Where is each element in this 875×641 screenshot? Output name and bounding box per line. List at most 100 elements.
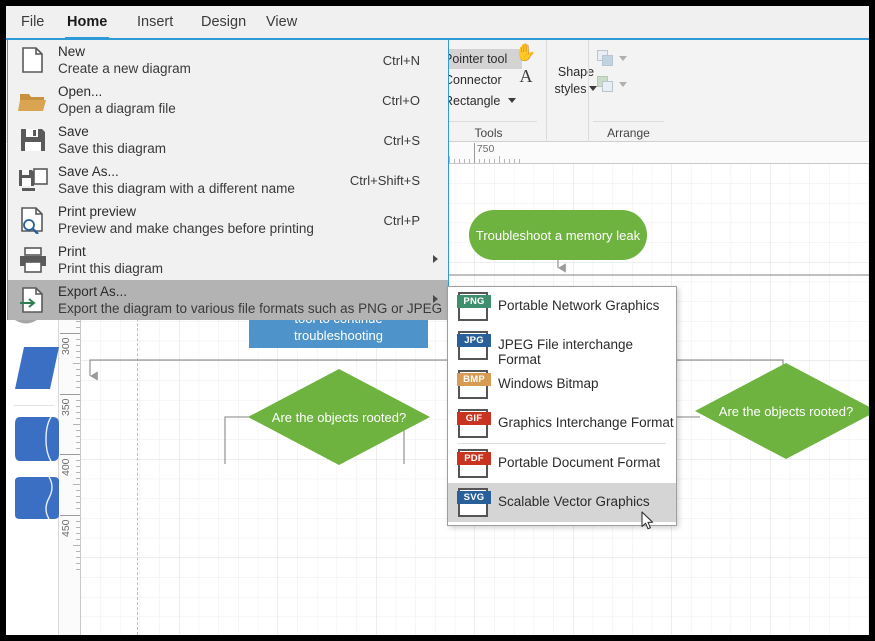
tools-group-divider [440, 121, 537, 122]
ruler-minor-tick [76, 381, 80, 382]
node-label: Are the objects rooted? [248, 410, 430, 425]
file-format-tag: PNG [457, 295, 491, 308]
bring-to-front-button[interactable] [597, 50, 627, 67]
tab-view[interactable]: View [257, 6, 306, 40]
menu-item-subtitle: Save this diagram [58, 141, 166, 156]
node-are-objects-rooted-right[interactable]: Are the objects rooted? [695, 363, 869, 459]
menu-item-title: Print [58, 244, 86, 259]
ruler-minor-tick [76, 502, 80, 503]
ruler-minor-tick [76, 406, 80, 407]
ruler-minor-tick [459, 159, 460, 163]
ruler-minor-tick [73, 484, 80, 485]
menu-item-title: Open... [58, 84, 102, 99]
ruler-minor-tick [76, 375, 80, 376]
export-format-label: Portable Network Graphics [498, 298, 659, 313]
ruler-minor-tick [76, 563, 80, 564]
ruler-minor-tick [76, 339, 80, 340]
export-format-label: Windows Bitmap [498, 376, 599, 391]
ruler-major-tick [474, 143, 475, 163]
chevron-down-icon[interactable] [619, 56, 627, 61]
tab-file[interactable]: File [12, 6, 53, 40]
palette-parallelogram-shape[interactable] [15, 347, 59, 389]
file-menu-item-export-as[interactable]: Export As...Export the diagram to variou… [8, 280, 448, 320]
ruler-minor-tick [76, 472, 80, 473]
ruler-minor-tick [76, 508, 80, 509]
ruler-minor-tick [76, 539, 80, 540]
ruler-minor-tick [76, 569, 80, 570]
node-label: Troubleshoot a memory leak [476, 227, 640, 244]
tab-home[interactable]: Home [58, 6, 116, 40]
menu-item-icon [16, 286, 50, 314]
submenu-arrow-icon [433, 255, 438, 263]
menu-item-subtitle: Create a new diagram [58, 61, 191, 76]
ruler-major-tick [60, 454, 80, 455]
menu-item-subtitle: Export the diagram to various file forma… [58, 301, 442, 316]
export-format-jpg[interactable]: JPGJPEG File interchange Format [448, 326, 676, 365]
ruler-minor-tick [499, 156, 500, 163]
export-icon [16, 286, 50, 314]
ruler-label: 350 [60, 398, 72, 416]
ruler-minor-tick [519, 159, 520, 163]
palette-cylinder-shape[interactable] [15, 417, 59, 461]
file-menu-dropdown: NewCreate a new diagramCtrl+NOpen...Open… [7, 40, 449, 320]
menu-item-icon [16, 126, 50, 154]
file-menu-item-print-preview[interactable]: Print previewPreview and make changes be… [8, 200, 448, 240]
file-format-icon: BMP [458, 370, 488, 399]
ruler-minor-tick [76, 551, 80, 552]
ruler-minor-tick [76, 321, 80, 322]
node-are-objects-rooted-left[interactable]: Are the objects rooted? [248, 369, 430, 465]
ruler-minor-tick [76, 460, 80, 461]
ruler-minor-tick [76, 448, 80, 449]
file-format-icon: SVG [458, 488, 488, 517]
ruler-minor-tick [76, 412, 80, 413]
file-menu-item-save[interactable]: SaveSave this diagramCtrl+S [8, 120, 448, 160]
export-format-png[interactable]: PNG Portable Network Graphics [448, 287, 676, 326]
file-format-icon: PNG [458, 292, 488, 321]
file-format-icon: GIF [458, 409, 488, 438]
ruler-minor-tick [76, 345, 80, 346]
ruler-minor-tick [514, 159, 515, 163]
printer-icon [16, 246, 50, 274]
menu-item-shortcut: Ctrl+Shift+S [350, 173, 420, 188]
ruler-minor-tick [454, 159, 455, 163]
text-tool-icon[interactable]: A [506, 64, 546, 88]
export-format-bmp[interactable]: BMP Windows Bitmap [448, 365, 676, 404]
print-preview-icon [16, 206, 50, 234]
chevron-down-icon[interactable] [619, 82, 627, 87]
file-menu-item-save-as[interactable]: Save As...Save this diagram with a diffe… [8, 160, 448, 200]
export-format-gif[interactable]: GIFGraphics Interchange Format [448, 404, 676, 443]
palette-wave-shape[interactable] [15, 477, 59, 519]
ruler-minor-tick [76, 387, 80, 388]
file-format-tag: JPG [457, 334, 491, 347]
menu-item-shortcut: Ctrl+N [383, 53, 420, 68]
submenu-arrow-icon [433, 295, 438, 303]
node-troubleshoot-memory-leak[interactable]: Troubleshoot a memory leak [469, 210, 647, 260]
tab-design[interactable]: Design [192, 6, 255, 40]
ruler-minor-tick [76, 436, 80, 437]
ruler-label: 400 [60, 458, 72, 476]
node-label: Are the objects rooted? [695, 404, 869, 419]
ruler-minor-tick [76, 490, 80, 491]
menu-item-icon [16, 86, 50, 114]
ruler-minor-tick [76, 357, 80, 358]
menu-item-title: Save As... [58, 164, 119, 179]
menu-item-shortcut: Ctrl+P [384, 213, 420, 228]
mouse-cursor-icon [641, 511, 654, 530]
file-menu-item-print[interactable]: PrintPrint this diagram [8, 240, 448, 280]
menu-item-subtitle: Open a diagram file [58, 101, 176, 116]
ruler-label: 300 [60, 337, 72, 355]
palette-divider [14, 405, 54, 406]
send-to-back-button[interactable] [597, 76, 627, 93]
ruler-minor-tick [484, 159, 485, 163]
ruler-major-tick [60, 394, 80, 395]
export-format-pdf[interactable]: PDFPortable Document Format [448, 444, 676, 483]
file-menu-item-open[interactable]: Open...Open a diagram fileCtrl+O [8, 80, 448, 120]
ruler-minor-tick [73, 363, 80, 364]
ribbon-group-arrange: Arrange [588, 40, 668, 142]
bring-to-front-icon [597, 50, 614, 67]
hand-icon[interactable]: ✋ [506, 42, 546, 64]
ruler-minor-tick [76, 351, 80, 352]
ruler-minor-tick [76, 327, 80, 328]
file-menu-item-new[interactable]: NewCreate a new diagramCtrl+N [8, 40, 448, 80]
tab-insert[interactable]: Insert [128, 6, 182, 40]
